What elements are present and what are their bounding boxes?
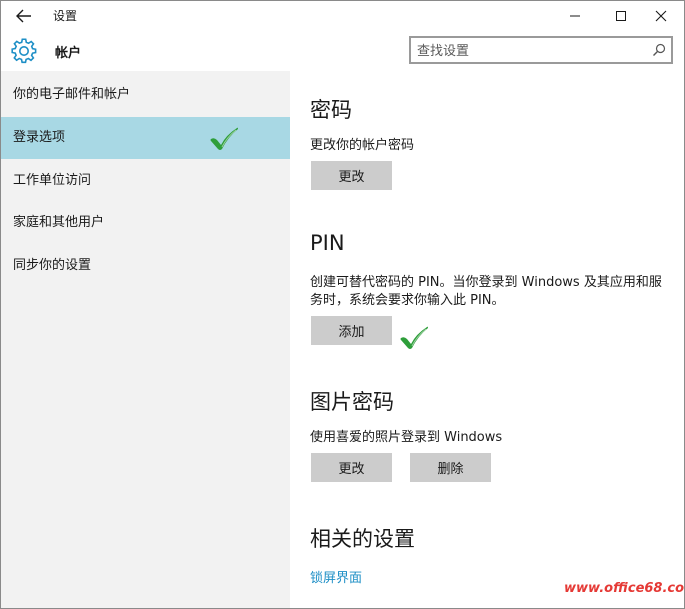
close-icon (655, 10, 667, 22)
picture-password-change-button[interactable]: 更改 (311, 453, 392, 482)
page-header: 帐户 (1, 31, 684, 71)
sidebar-item-label: 你的电子邮件和帐户 (13, 87, 131, 102)
sidebar-item-sync-settings[interactable]: 同步你的设置 (1, 245, 290, 287)
sidebar-item-label: 工作单位访问 (13, 173, 92, 188)
page-title: 帐户 (55, 46, 82, 61)
sidebar-item-label: 登录选项 (13, 130, 66, 145)
window-title: 设置 (53, 9, 78, 23)
picture-password-remove-button[interactable]: 删除 (410, 453, 491, 482)
settings-window: 设置 帐户 查找设置 你的电子邮件和帐户 登录选项 工作单位访问 家庭和其他用户… (0, 0, 685, 609)
sidebar-item-email-accounts[interactable]: 你的电子邮件和帐户 (1, 74, 290, 116)
sidebar-item-family-other-users[interactable]: 家庭和其他用户 (1, 202, 290, 244)
main-content: 密码 更改你的帐户密码 更改 PIN 创建可替代密码的 PIN。当你登录到 Wi… (290, 71, 684, 608)
sidebar-item-label: 家庭和其他用户 (13, 215, 105, 230)
back-button[interactable] (7, 4, 41, 28)
search-box[interactable] (409, 36, 673, 64)
gear-icon (11, 38, 37, 64)
password-section-title: 密码 (310, 98, 352, 122)
pin-description: 创建可替代密码的 PIN。当你登录到 Windows 及其应用和服务时，系统会要… (310, 275, 662, 308)
minimize-icon (570, 15, 580, 17)
sidebar-item-sign-in-options[interactable]: 登录选项 (1, 117, 290, 159)
search-icon[interactable] (651, 42, 667, 58)
close-button[interactable] (638, 1, 684, 31)
title-bar: 设置 (1, 1, 684, 31)
search-input[interactable] (417, 42, 637, 60)
pin-section-title: PIN (310, 231, 345, 255)
sidebar-item-work-access[interactable]: 工作单位访问 (1, 160, 290, 202)
picture-password-description: 使用喜爱的照片登录到 Windows (310, 430, 503, 445)
minimize-button[interactable] (552, 1, 598, 31)
password-change-button[interactable]: 更改 (311, 161, 392, 190)
checkmark-icon (210, 127, 238, 150)
sidebar-item-label: 同步你的设置 (13, 258, 92, 273)
maximize-icon (616, 11, 626, 21)
checkmark-icon (400, 326, 428, 349)
watermark: www.office68.com (564, 581, 685, 596)
lock-screen-link[interactable]: 锁屏界面 (310, 567, 362, 586)
picture-password-section-title: 图片密码 (310, 390, 394, 414)
password-description: 更改你的帐户密码 (310, 138, 415, 153)
related-settings-title: 相关的设置 (310, 527, 415, 551)
pin-add-button[interactable]: 添加 (311, 316, 392, 345)
back-arrow-icon (16, 9, 31, 23)
sidebar: 你的电子邮件和帐户 登录选项 工作单位访问 家庭和其他用户 同步你的设置 (1, 71, 290, 608)
